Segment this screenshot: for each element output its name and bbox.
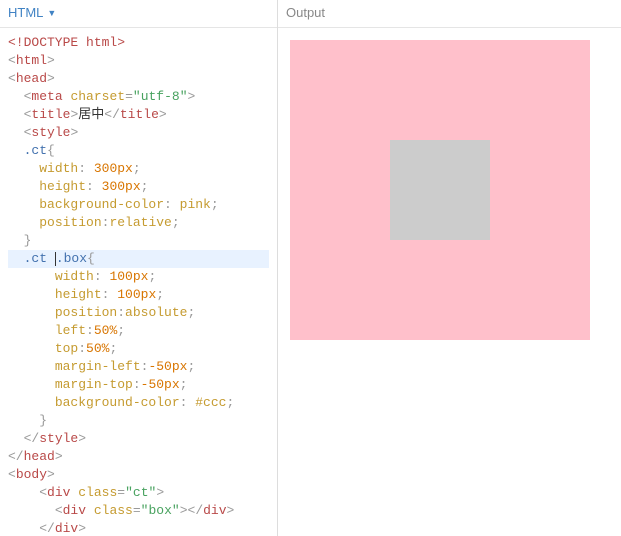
output-tab-bar: Output <box>278 0 621 28</box>
code-line: top:50%; <box>8 340 269 358</box>
code-line: } <box>8 412 269 430</box>
preview-box <box>390 140 490 240</box>
code-line: background-color: pink; <box>8 196 269 214</box>
code-line: margin-left:-50px; <box>8 358 269 376</box>
output-preview <box>278 28 621 536</box>
editor-tab-bar: HTML ▼ <box>0 0 277 28</box>
code-line: position:absolute; <box>8 304 269 322</box>
code-line: .ct{ <box>8 142 269 160</box>
code-line: width: 300px; <box>8 160 269 178</box>
code-line: </head> <box>8 448 269 466</box>
code-line: margin-top:-50px; <box>8 376 269 394</box>
code-line: width: 100px; <box>8 268 269 286</box>
code-line: <div class="ct"> <box>8 484 269 502</box>
app-container: HTML ▼ <!DOCTYPE html><html><head> <meta… <box>0 0 621 536</box>
code-line: left:50%; <box>8 322 269 340</box>
code-line: <title>居中</title> <box>8 106 269 124</box>
code-line: <div class="box"></div> <box>8 502 269 520</box>
code-line: <!DOCTYPE html> <box>8 34 269 52</box>
output-panel: Output <box>278 0 621 536</box>
code-line: <meta charset="utf-8"> <box>8 88 269 106</box>
code-line: <style> <box>8 124 269 142</box>
code-line-active: .ct .box{ <box>8 250 269 268</box>
html-tab[interactable]: HTML ▼ <box>8 4 56 22</box>
code-line: background-color: #ccc; <box>8 394 269 412</box>
code-line: </div> <box>8 520 269 536</box>
code-line: position:relative; <box>8 214 269 232</box>
code-line: <html> <box>8 52 269 70</box>
preview-container-ct <box>290 40 590 340</box>
html-tab-label: HTML <box>8 4 43 22</box>
editor-panel: HTML ▼ <!DOCTYPE html><html><head> <meta… <box>0 0 278 536</box>
output-tab-label: Output <box>286 4 325 22</box>
code-editor[interactable]: <!DOCTYPE html><html><head> <meta charse… <box>0 28 277 536</box>
code-line: <body> <box>8 466 269 484</box>
code-line: height: 300px; <box>8 178 269 196</box>
code-line: } <box>8 232 269 250</box>
chevron-down-icon: ▼ <box>47 7 56 20</box>
code-line: <head> <box>8 70 269 88</box>
code-line: </style> <box>8 430 269 448</box>
code-line: height: 100px; <box>8 286 269 304</box>
